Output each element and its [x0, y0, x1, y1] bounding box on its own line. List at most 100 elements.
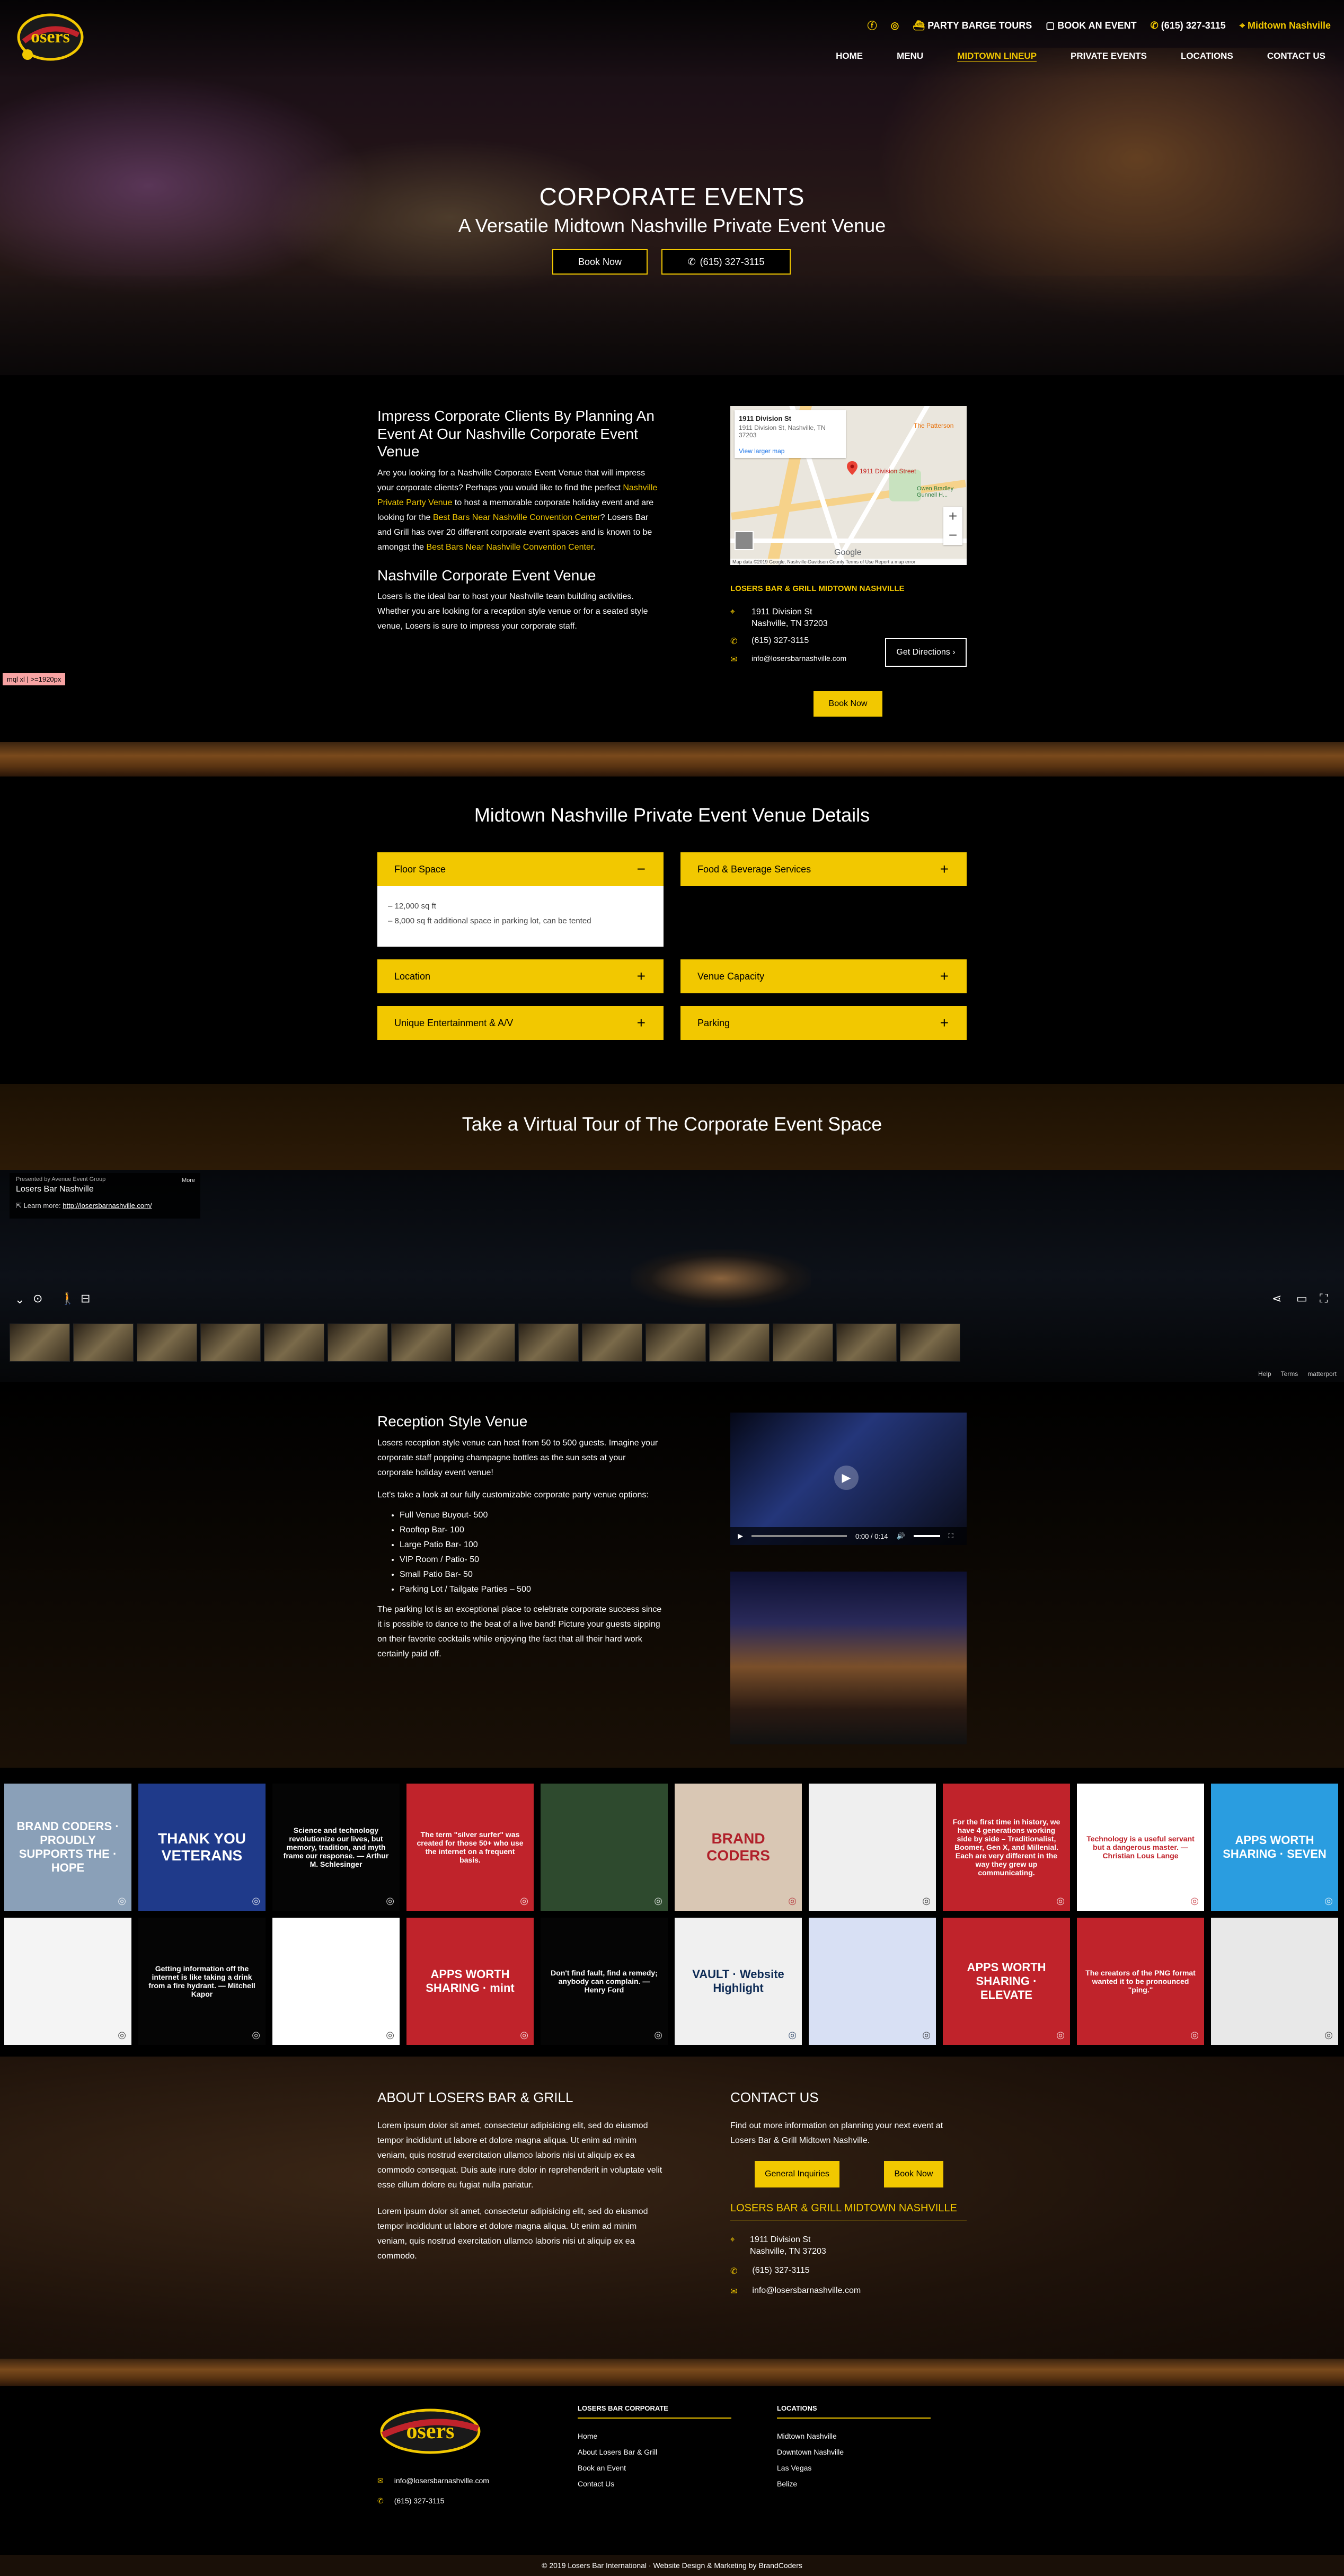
- accordion-parking[interactable]: Parking +: [680, 1006, 967, 1040]
- tour-terms-link[interactable]: Terms: [1281, 1370, 1298, 1378]
- footer-link-contact[interactable]: Contact Us: [578, 2480, 614, 2488]
- footer-location-las-vegas[interactable]: Las Vegas: [777, 2464, 811, 2472]
- accordion-venue-capacity[interactable]: Venue Capacity +: [680, 959, 967, 993]
- tour-thumbnail[interactable]: [200, 1324, 261, 1362]
- tour-thumbnail[interactable]: [709, 1324, 770, 1362]
- play-icon[interactable]: ▶: [834, 1466, 859, 1490]
- nav-menu[interactable]: MENU: [897, 51, 923, 61]
- nav-contact-us[interactable]: CONTACT US: [1267, 51, 1325, 61]
- instagram-post[interactable]: APPS WORTH SHARING · mint ◎: [406, 1918, 534, 2045]
- video-progress-bar[interactable]: [751, 1535, 847, 1537]
- instagram-post[interactable]: ◎: [1211, 1918, 1338, 2045]
- hero-book-now-button[interactable]: Book Now: [552, 249, 648, 275]
- fullscreen-icon[interactable]: ⛶: [949, 1532, 953, 1540]
- footer-email[interactable]: ✉ info@losersbarnashville.com: [377, 2476, 489, 2485]
- instagram-post[interactable]: ◎: [541, 1784, 668, 1911]
- google-map[interactable]: 1911 Division St 1911 Division St, Nashv…: [730, 406, 967, 565]
- nav-home[interactable]: HOME: [836, 51, 863, 61]
- hero-phone-button[interactable]: ✆ (615) 327-3115: [661, 249, 791, 275]
- chevron-down-icon[interactable]: ⌄: [15, 1293, 24, 1307]
- instagram-icon[interactable]: ◎: [891, 20, 899, 31]
- fullscreen-icon[interactable]: ⛶: [1320, 1292, 1328, 1305]
- zoom-in-icon[interactable]: +: [943, 507, 962, 526]
- tour-thumbnail[interactable]: [264, 1324, 324, 1362]
- footer-location-downtown[interactable]: Downtown Nashville: [777, 2448, 844, 2456]
- nav-locations[interactable]: LOCATIONS: [1181, 51, 1233, 61]
- floorplan-icon[interactable]: ⊟: [81, 1292, 90, 1305]
- footer-link-about[interactable]: About Losers Bar & Grill: [578, 2448, 657, 2456]
- tour-thumbnail[interactable]: [328, 1324, 388, 1362]
- contact-book-now-button[interactable]: Book Now: [884, 2161, 943, 2188]
- instagram-post[interactable]: VAULT · Website Highlight ◎: [675, 1918, 802, 2045]
- instagram-post[interactable]: Getting information off the internet is …: [138, 1918, 266, 2045]
- instagram-post[interactable]: ◎: [809, 1918, 936, 2045]
- accordion-floor-space[interactable]: Floor Space −: [377, 852, 664, 886]
- satellite-toggle[interactable]: [735, 531, 754, 550]
- play-icon[interactable]: ▶: [738, 1532, 743, 1540]
- general-inquiries-button[interactable]: General Inquiries: [755, 2161, 839, 2188]
- party-barge-link[interactable]: ⛴ PARTY BARGE TOURS: [913, 20, 1032, 31]
- location-selector[interactable]: ⌖ Midtown Nashville: [1240, 20, 1331, 31]
- instagram-post[interactable]: ◎: [272, 1918, 400, 2045]
- volume-icon[interactable]: 🔊: [896, 1532, 905, 1540]
- topbar-phone-link[interactable]: ✆ (615) 327-3115: [1151, 20, 1226, 31]
- book-event-link[interactable]: ▢ BOOK AN EVENT: [1046, 20, 1136, 31]
- instagram-post[interactable]: THANK YOU VETERANS ◎: [138, 1784, 266, 1911]
- best-bars-link[interactable]: Best Bars Near Nashville Convention Cent…: [433, 513, 600, 522]
- location-email[interactable]: ✉ info@losersbarnashville.com: [730, 654, 846, 665]
- nav-midtown-lineup[interactable]: MIDTOWN LINEUP: [957, 51, 1037, 61]
- tour-more-button[interactable]: More: [182, 1177, 195, 1184]
- footer-phone[interactable]: ✆ (615) 327-3115: [377, 2496, 444, 2506]
- instagram-post[interactable]: ◎: [4, 1918, 131, 2045]
- accordion-location[interactable]: Location +: [377, 959, 664, 993]
- zoom-out-icon[interactable]: −: [943, 526, 962, 545]
- tour-thumbnail[interactable]: [455, 1324, 515, 1362]
- best-bars-link-2[interactable]: Best Bars Near Nashville Convention Cent…: [427, 543, 594, 552]
- tour-thumbnail[interactable]: [73, 1324, 134, 1362]
- walk-icon[interactable]: 🚶: [60, 1292, 75, 1305]
- instagram-post[interactable]: ◎: [809, 1784, 936, 1911]
- footer-location-midtown[interactable]: Midtown Nashville: [777, 2432, 837, 2440]
- get-directions-button[interactable]: Get Directions ›: [885, 638, 967, 667]
- location-phone[interactable]: ✆ (615) 327-3115: [730, 636, 809, 647]
- matterport-tour[interactable]: Presented by Avenue Event Group Losers B…: [0, 1170, 1344, 1382]
- tour-thumbnail[interactable]: [900, 1324, 960, 1362]
- instagram-post[interactable]: For the first time in history, we have 4…: [943, 1784, 1070, 1911]
- play-icon[interactable]: ⊙: [33, 1292, 42, 1305]
- nav-private-events[interactable]: PRIVATE EVENTS: [1071, 51, 1147, 61]
- vr-icon[interactable]: ▭: [1296, 1292, 1307, 1305]
- instagram-post[interactable]: APPS WORTH SHARING · ELEVATE ◎: [943, 1918, 1070, 2045]
- accordion-entertainment[interactable]: Unique Entertainment & A/V +: [377, 1006, 664, 1040]
- dollhouse-model[interactable]: [631, 1249, 811, 1308]
- intro-book-now-button[interactable]: Book Now: [814, 691, 882, 717]
- footer-logo[interactable]: osers: [377, 2402, 483, 2460]
- instagram-post[interactable]: Don't find fault, find a remedy; anybody…: [541, 1918, 668, 2045]
- tour-help-link[interactable]: Help: [1258, 1370, 1271, 1378]
- instagram-post[interactable]: Science and technology revolutionize our…: [272, 1784, 400, 1911]
- tour-thumbnail[interactable]: [518, 1324, 579, 1362]
- tour-thumbnail[interactable]: [10, 1324, 70, 1362]
- instagram-post[interactable]: The creators of the PNG format wanted it…: [1077, 1918, 1204, 2045]
- tour-thumbnail[interactable]: [646, 1324, 706, 1362]
- tour-thumbnail[interactable]: [836, 1324, 897, 1362]
- venue-video-player[interactable]: ▶ ▶ 0:00 / 0:14 🔊 ⛶: [730, 1413, 967, 1545]
- tour-thumbnail[interactable]: [582, 1324, 642, 1362]
- losers-logo[interactable]: osers: [16, 4, 85, 68]
- instagram-post[interactable]: BRAND CODERS ◎: [675, 1784, 802, 1911]
- accordion-food-beverage[interactable]: Food & Beverage Services +: [680, 852, 967, 886]
- tour-website-link[interactable]: http://losersbarnashville.com/: [63, 1202, 152, 1210]
- instagram-post[interactable]: BRAND CODERS · PROUDLY SUPPORTS THE · HO…: [4, 1784, 131, 1911]
- volume-slider[interactable]: [913, 1535, 940, 1537]
- footer-link-book[interactable]: Book an Event: [578, 2464, 626, 2472]
- footer-link-home[interactable]: Home: [578, 2432, 597, 2440]
- instagram-post[interactable]: Technology is a useful servant but a dan…: [1077, 1784, 1204, 1911]
- footer-location-belize[interactable]: Belize: [777, 2480, 797, 2488]
- instagram-post[interactable]: APPS WORTH SHARING · SEVEN ◎: [1211, 1784, 1338, 1911]
- tour-thumbnail[interactable]: [773, 1324, 833, 1362]
- facebook-icon[interactable]: ⓕ: [868, 19, 877, 32]
- tour-thumbnail[interactable]: [137, 1324, 197, 1362]
- contact-phone[interactable]: ✆ (615) 327-3115: [730, 2266, 967, 2277]
- larger-map-link[interactable]: View larger map: [739, 447, 842, 455]
- instagram-post[interactable]: The term "silver surfer" was created for…: [406, 1784, 534, 1911]
- tour-thumbnail[interactable]: [391, 1324, 452, 1362]
